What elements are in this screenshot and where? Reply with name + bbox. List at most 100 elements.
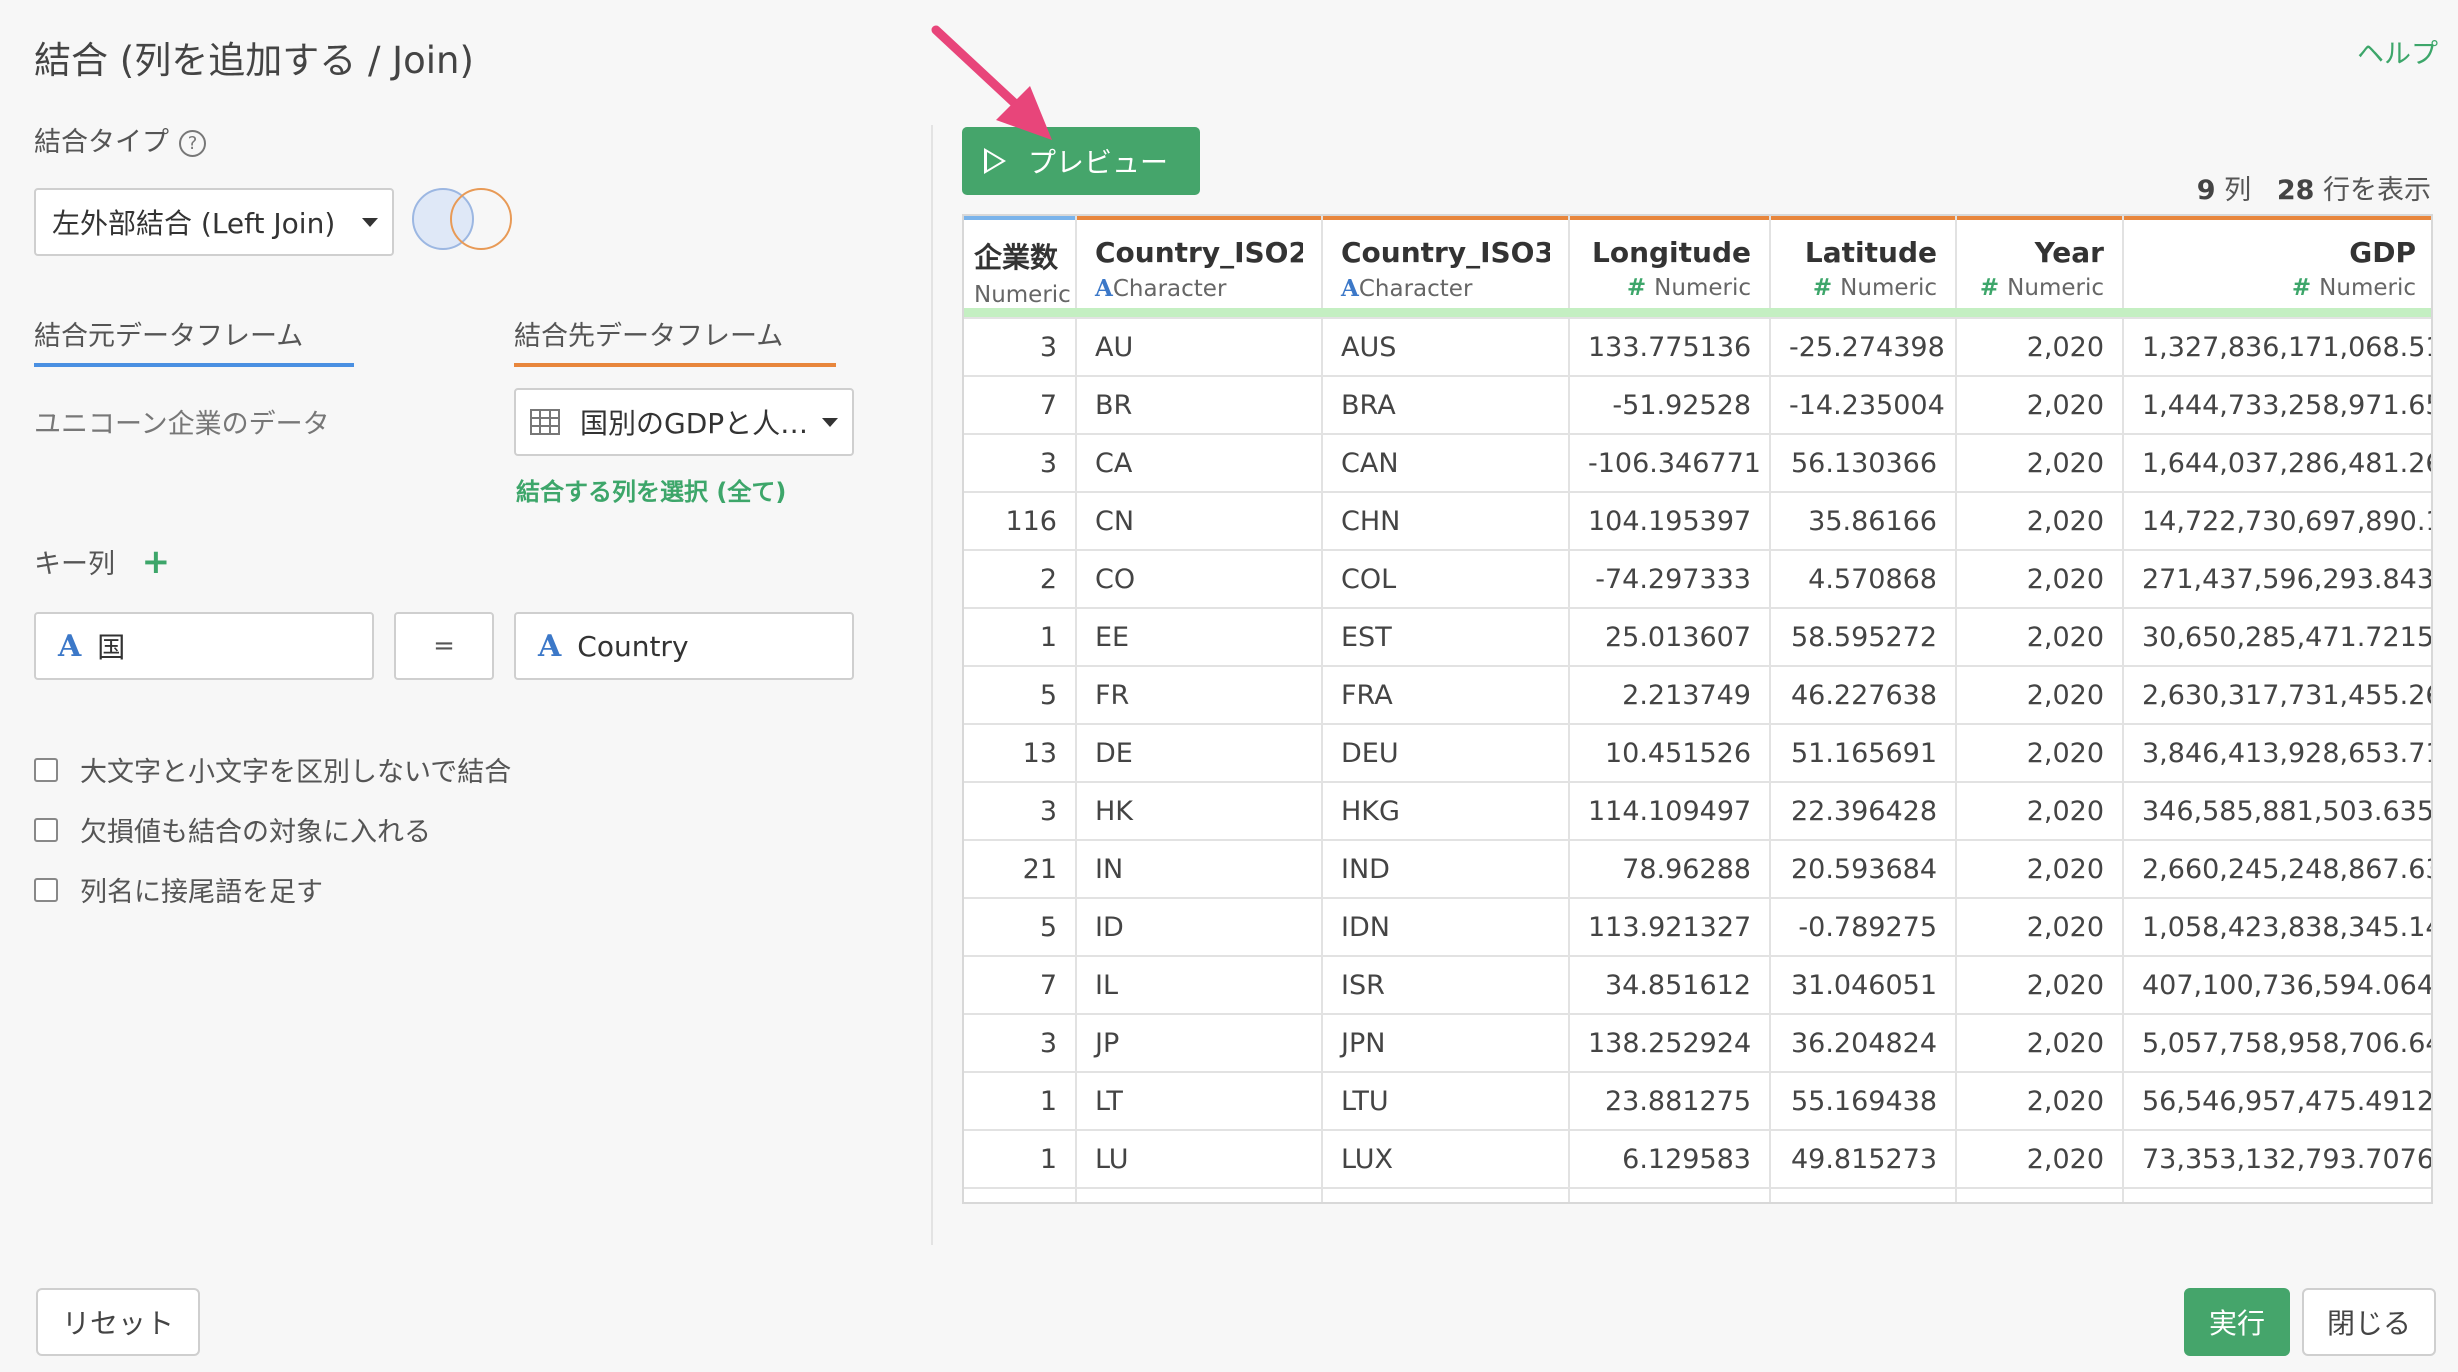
column-header[interactable]: Latitude # Numeric	[1770, 216, 1957, 308]
option-include-na[interactable]: 欠損値も結合の対象に入れる	[34, 810, 431, 849]
table-cell[interactable]: 2,020	[1956, 491, 2124, 550]
table-cell[interactable]: 3	[964, 317, 1077, 376]
table-cell[interactable]: 271,437,596,293.843	[2123, 549, 2431, 608]
table-cell[interactable]: LU	[1076, 1129, 1323, 1188]
table-cell[interactable]: 2,020	[1956, 781, 2124, 840]
table-cell[interactable]: 49.815273	[1770, 1129, 1957, 1188]
table-cell[interactable]: -74.297333	[1569, 549, 1771, 608]
table-cell[interactable]: 2,020	[1956, 1129, 2124, 1188]
checkbox[interactable]	[34, 877, 58, 902]
checkbox[interactable]	[34, 817, 58, 842]
table-cell[interactable]: 5,057,758,958,706.64	[2123, 1013, 2431, 1072]
table-cell[interactable]: 114.109497	[1569, 781, 1771, 840]
column-header[interactable]: 企業数 Numeric	[964, 216, 1077, 308]
option-case-insensitive[interactable]: 大文字と小文字を区別しないで結合	[34, 750, 511, 789]
table-cell[interactable]: 7	[964, 375, 1077, 434]
table-cell[interactable]: BRA	[1322, 375, 1570, 434]
table-cell[interactable]: 5	[964, 897, 1077, 956]
table-cell[interactable]: 116	[964, 491, 1077, 550]
table-cell[interactable]: 78.96288	[1569, 839, 1771, 898]
table-cell[interactable]: 2,020	[1956, 1013, 2124, 1072]
table-cell[interactable]: 2,020	[1956, 897, 2124, 956]
table-cell[interactable]: 133.775136	[1569, 317, 1771, 376]
table-cell[interactable]: 46.227638	[1770, 665, 1957, 724]
table-cell[interactable]: 14,722,730,697,890.1	[2123, 491, 2431, 550]
table-cell[interactable]: 2,020	[1956, 375, 2124, 434]
table-cell[interactable]: IDN	[1322, 897, 1570, 956]
run-button[interactable]: 実行	[2184, 1288, 2290, 1356]
table-cell[interactable]: 346,585,881,503.635	[2123, 781, 2431, 840]
left-key-field[interactable]: A 国	[34, 612, 374, 680]
help-link[interactable]: ヘルプ	[2357, 32, 2438, 71]
table-cell[interactable]: 5	[964, 665, 1077, 724]
table-cell[interactable]: -14.235004	[1770, 375, 1957, 434]
table-cell[interactable]: 6.129583	[1569, 1129, 1771, 1188]
table-cell[interactable]: 2,630,317,731,455.26	[2123, 665, 2431, 724]
column-header[interactable]: Country_ISO3C ACharacter	[1322, 216, 1570, 308]
table-cell[interactable]: IN	[1076, 839, 1323, 898]
table-cell[interactable]: 1	[964, 607, 1077, 666]
column-header[interactable]: Longitude # Numeric	[1569, 216, 1771, 308]
table-cell[interactable]: 2,020	[1956, 549, 2124, 608]
table-cell[interactable]: 1,058,423,838,345.14	[2123, 897, 2431, 956]
reset-button[interactable]: リセット	[36, 1288, 200, 1356]
table-cell[interactable]: LTU	[1322, 1071, 1570, 1130]
table-cell[interactable]: 4.570868	[1770, 549, 1957, 608]
table-cell[interactable]: ISR	[1322, 955, 1570, 1014]
table-cell[interactable]: 2,660,245,248,867.63	[2123, 839, 2431, 898]
table-cell[interactable]: FRA	[1322, 665, 1570, 724]
table-cell[interactable]: 58.595272	[1770, 607, 1957, 666]
table-cell[interactable]: 10.451526	[1569, 723, 1771, 782]
table-cell[interactable]: 1	[964, 1129, 1077, 1188]
table-cell[interactable]: 31.046051	[1770, 955, 1957, 1014]
add-key-plus-icon[interactable]: +	[142, 542, 171, 582]
table-cell[interactable]: EST	[1322, 607, 1570, 666]
table-cell[interactable]: 2,020	[1956, 607, 2124, 666]
table-cell[interactable]: BR	[1076, 375, 1323, 434]
table-cell[interactable]: FR	[1076, 665, 1323, 724]
table-cell[interactable]: LT	[1076, 1071, 1323, 1130]
checkbox[interactable]	[34, 757, 58, 782]
table-cell[interactable]: 22.396428	[1770, 781, 1957, 840]
table-cell[interactable]: 104.195397	[1569, 491, 1771, 550]
table-cell[interactable]: HK	[1076, 781, 1323, 840]
table-cell[interactable]: -51.92528	[1569, 375, 1771, 434]
table-cell[interactable]: 23.881275	[1569, 1071, 1771, 1130]
select-columns-link[interactable]: 結合する列を選択 (全て)	[516, 472, 786, 507]
table-cell[interactable]: 3,846,413,928,653.71	[2123, 723, 2431, 782]
column-header[interactable]: Country_ISO2C ACharacter	[1076, 216, 1323, 308]
table-cell[interactable]: 7	[964, 955, 1077, 1014]
table-cell[interactable]: ID	[1076, 897, 1323, 956]
help-question-icon[interactable]: ?	[179, 130, 206, 157]
table-cell[interactable]: 25.013607	[1569, 607, 1771, 666]
column-header[interactable]: Year # Numeric	[1956, 216, 2124, 308]
table-cell[interactable]: 73,353,132,793.7076	[2123, 1129, 2431, 1188]
table-cell[interactable]: -25.274398	[1770, 317, 1957, 376]
table-cell[interactable]: CO	[1076, 549, 1323, 608]
table-cell[interactable]: CA	[1076, 433, 1323, 492]
join-type-select[interactable]: 左外部結合 (Left Join)	[34, 188, 394, 256]
table-cell[interactable]: HKG	[1322, 781, 1570, 840]
table-cell[interactable]: 2	[964, 549, 1077, 608]
table-cell[interactable]: 2.213749	[1569, 665, 1771, 724]
table-cell[interactable]: 30,650,285,471.7215	[2123, 607, 2431, 666]
table-cell[interactable]: 51.165691	[1770, 723, 1957, 782]
table-cell[interactable]: 1	[964, 1071, 1077, 1130]
table-cell[interactable]: IL	[1076, 955, 1323, 1014]
table-cell[interactable]: 1,644,037,286,481.26	[2123, 433, 2431, 492]
table-cell[interactable]: 2,020	[1956, 433, 2124, 492]
table-cell[interactable]: 34.851612	[1569, 955, 1771, 1014]
table-cell[interactable]: CAN	[1322, 433, 1570, 492]
right-key-field[interactable]: A Country	[514, 612, 854, 680]
table-cell[interactable]: 36.204824	[1770, 1013, 1957, 1072]
table-cell[interactable]: EE	[1076, 607, 1323, 666]
table-cell[interactable]: 1,444,733,258,971.65	[2123, 375, 2431, 434]
table-cell[interactable]: 407,100,736,594.064	[2123, 955, 2431, 1014]
table-cell[interactable]: CN	[1076, 491, 1323, 550]
table-cell[interactable]: 2,020	[1956, 723, 2124, 782]
table-cell[interactable]: 56.130366	[1770, 433, 1957, 492]
table-cell[interactable]: 2,020	[1956, 317, 2124, 376]
table-cell[interactable]: 1,327,836,171,068.51	[2123, 317, 2431, 376]
close-button[interactable]: 閉じる	[2302, 1288, 2436, 1356]
table-cell[interactable]: 2,020	[1956, 955, 2124, 1014]
